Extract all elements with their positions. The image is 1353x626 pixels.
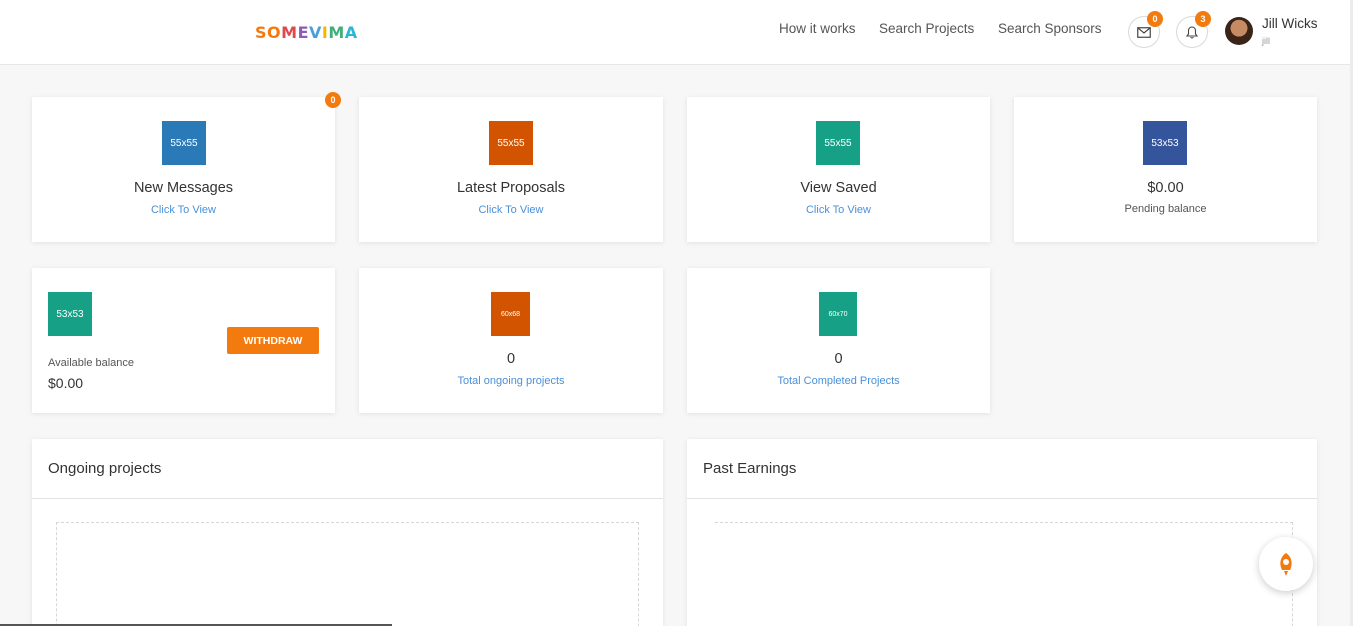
- help-chat-button[interactable]: [1259, 537, 1313, 591]
- pending-label: Pending balance: [1124, 203, 1207, 215]
- nav-how-it-works[interactable]: How it works: [779, 21, 856, 36]
- click-to-view-link[interactable]: Click To View: [32, 204, 335, 216]
- past-earnings-panel: Past Earnings: [687, 439, 1317, 626]
- avatar[interactable]: [1225, 17, 1253, 45]
- logo-letter: M: [281, 23, 298, 42]
- messages-card-badge: 0: [325, 92, 341, 108]
- notifications-button[interactable]: 3: [1176, 11, 1211, 48]
- user-name[interactable]: Jill Wicks: [1262, 16, 1318, 31]
- divider: [687, 498, 1317, 499]
- new-messages-card[interactable]: 55x55 New Messages Click To View 0: [32, 92, 341, 242]
- messages-button[interactable]: 0: [1128, 11, 1163, 48]
- card-title: New Messages: [133, 180, 234, 196]
- nav-search-projects[interactable]: Search Projects: [879, 21, 974, 36]
- panel-title: Ongoing projects: [48, 460, 162, 477]
- panel-title: Past Earnings: [703, 460, 797, 477]
- logo-letter: S: [255, 23, 268, 42]
- completed-count: 0: [834, 351, 843, 367]
- available-balance-card: 53x53 Available balance $0.00 WITHDRAW: [32, 268, 335, 413]
- withdraw-button[interactable]: WITHDRAW: [227, 327, 319, 354]
- logo-letter: E: [297, 23, 309, 42]
- ongoing-count: 0: [506, 351, 516, 367]
- view-saved-card[interactable]: 55x55 View Saved Click To View: [687, 97, 990, 242]
- user-handle: jill: [1262, 36, 1270, 46]
- nav-search-sponsors[interactable]: Search Sponsors: [998, 21, 1102, 36]
- notifications-count-badge: 3: [1195, 11, 1211, 27]
- top-navbar: SOMEVIMA How it works Search Projects Se…: [0, 0, 1353, 65]
- completed-projects-link[interactable]: Total Completed Projects: [687, 375, 990, 387]
- ongoing-thumbnail: 60x68: [491, 292, 530, 336]
- available-label: Available balance: [48, 357, 135, 369]
- completed-projects-card: 60x70 0 Total Completed Projects: [687, 268, 990, 413]
- divider: [32, 498, 663, 499]
- latest-proposals-card[interactable]: 55x55 Latest Proposals Click To View: [359, 97, 663, 242]
- available-thumbnail: 53x53: [48, 292, 92, 336]
- saved-thumbnail: 55x55: [816, 121, 860, 165]
- card-title: Latest Proposals: [456, 180, 565, 196]
- logo-letter: V: [309, 23, 322, 42]
- ongoing-projects-placeholder: [56, 522, 639, 626]
- bell-icon: [1186, 25, 1198, 39]
- click-to-view-link[interactable]: Click To View: [687, 204, 990, 216]
- card-title: View Saved: [800, 180, 877, 196]
- pending-amount: $0.00: [1147, 180, 1184, 196]
- completed-thumbnail: 60x70: [819, 292, 857, 336]
- available-amount: $0.00: [48, 375, 84, 391]
- rocket-icon: [1280, 553, 1292, 576]
- logo-letter: A: [344, 23, 358, 42]
- logo[interactable]: SOMEVIMA: [255, 23, 358, 42]
- click-to-view-link[interactable]: Click To View: [359, 204, 663, 216]
- earnings-chart-placeholder: [715, 522, 1293, 626]
- envelope-icon: [1137, 26, 1151, 38]
- logo-letter: M: [328, 23, 345, 42]
- logo-letter: O: [267, 23, 282, 42]
- ongoing-projects-panel: Ongoing projects: [32, 439, 663, 626]
- proposals-thumbnail: 55x55: [489, 121, 533, 165]
- messages-thumbnail: 55x55: [162, 121, 206, 165]
- ongoing-projects-link[interactable]: Total ongoing projects: [359, 375, 663, 387]
- pending-balance-card: 53x53 $0.00 Pending balance: [1014, 97, 1317, 242]
- messages-count-badge: 0: [1147, 11, 1163, 27]
- ongoing-projects-card: 60x68 0 Total ongoing projects: [359, 268, 663, 413]
- pending-thumbnail: 53x53: [1143, 121, 1187, 165]
